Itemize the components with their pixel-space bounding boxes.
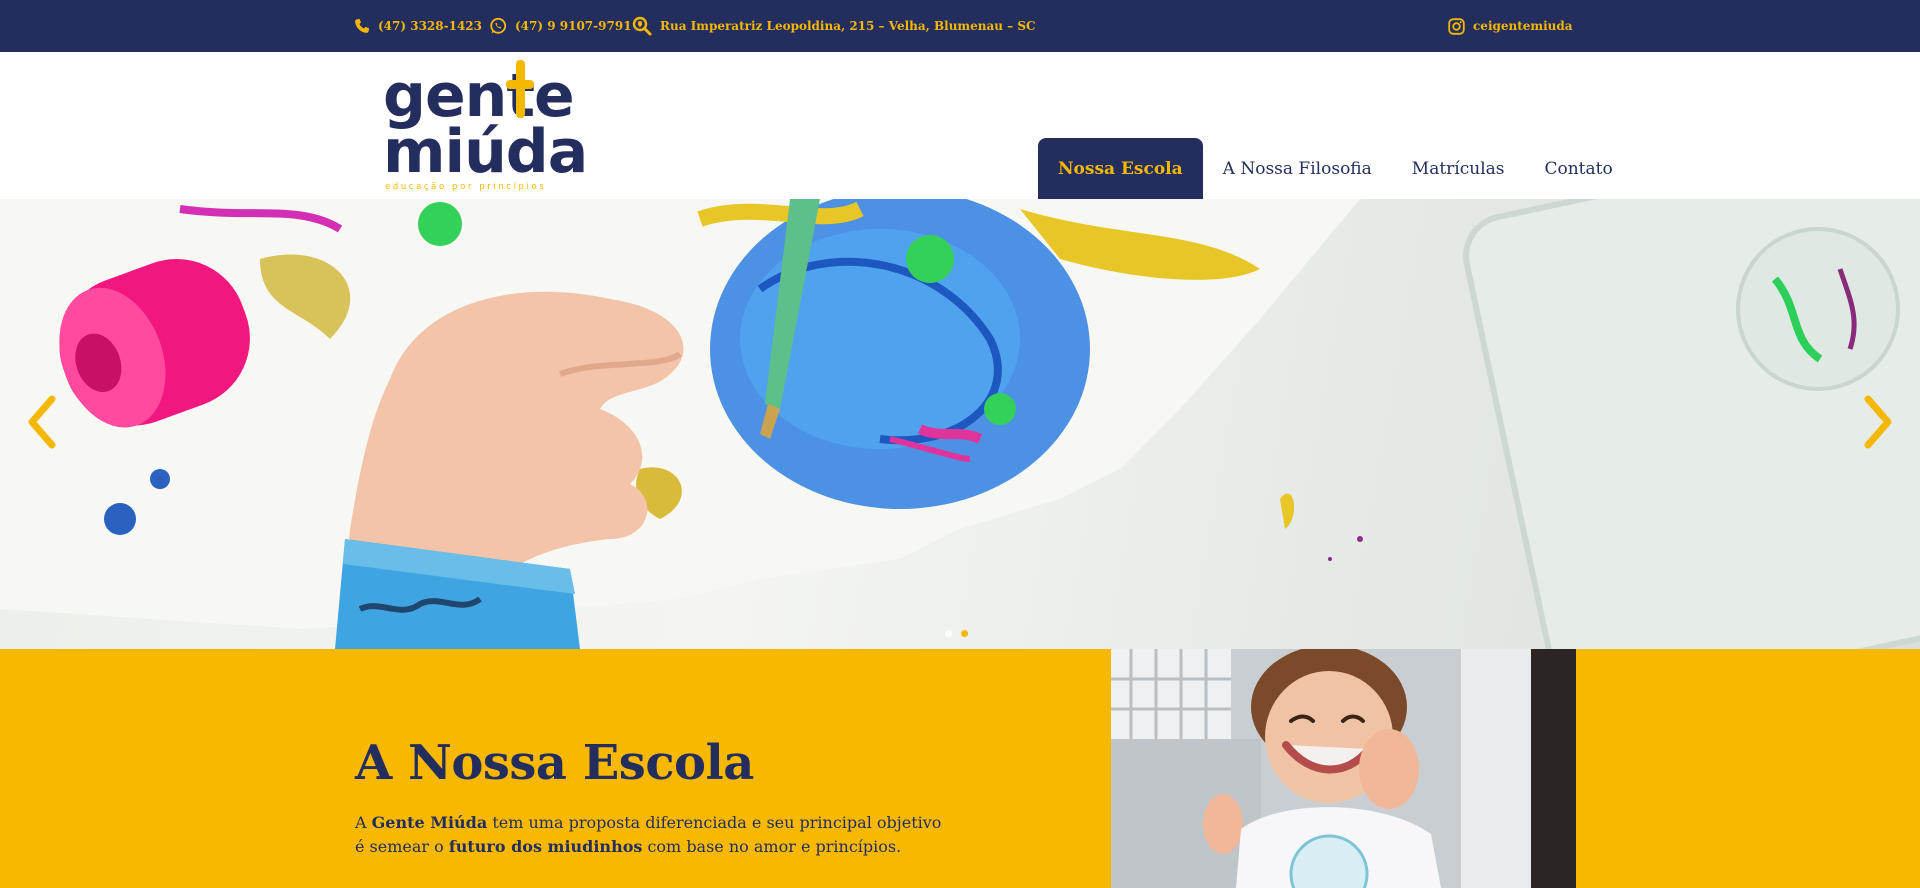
phone-link[interactable]: (47) 3328-1423	[354, 16, 482, 36]
intro-title: A Nossa Escola	[355, 735, 754, 791]
phone-icon	[354, 18, 370, 34]
main-nav: Nossa Escola A Nossa Filosofia Matrícula…	[1038, 138, 1633, 199]
slider-dot-2[interactable]	[961, 630, 968, 637]
nav-item-a-nossa-filosofia[interactable]: A Nossa Filosofia	[1203, 138, 1392, 199]
hero-slider	[0, 199, 1920, 649]
slider-prev-button[interactable]	[22, 395, 62, 449]
slider-pagination	[945, 630, 968, 637]
phone-text: (47) 3328-1423	[378, 19, 483, 33]
address-text: Rua Imperatriz Leopoldina, 215 – Velha, …	[660, 19, 1036, 33]
logo-tagline: educação por princípios	[385, 182, 547, 192]
whatsapp-link[interactable]: (47) 9 9107-9791	[489, 16, 632, 36]
intro-section: A Nossa Escola A Gente Miúda tem uma pro…	[0, 649, 1920, 888]
location-search-icon	[632, 16, 652, 36]
logo[interactable]: gente miúda educação por princípios	[383, 60, 588, 192]
slider-dot-1[interactable]	[945, 630, 952, 637]
instagram-icon	[1448, 17, 1465, 35]
logo-cross-icon	[506, 60, 534, 118]
intro-bold-future: futuro dos miudinhos	[448, 837, 643, 856]
instagram-link[interactable]: ceigentemiuda	[1448, 16, 1573, 36]
chevron-left-icon	[28, 395, 56, 449]
whatsapp-text: (47) 9 9107-9791	[515, 19, 632, 33]
top-contact-bar: (47) 3328-1423 (47) 9 9107-9791 Rua Impe…	[0, 0, 1920, 52]
logo-word-miuda: miúda	[383, 117, 588, 187]
nav-item-contato[interactable]: Contato	[1524, 138, 1632, 199]
nav-item-nossa-escola[interactable]: Nossa Escola	[1038, 138, 1203, 199]
address-link[interactable]: Rua Imperatriz Leopoldina, 215 – Velha, …	[632, 16, 1036, 36]
nav-item-matriculas[interactable]: Matrículas	[1392, 138, 1525, 199]
chevron-right-icon	[1864, 395, 1892, 449]
intro-paragraph: A Gente Miúda tem uma proposta diferenci…	[355, 813, 942, 856]
site-header: gente miúda educação por princípios Noss…	[0, 52, 1920, 199]
instagram-text: ceigentemiuda	[1473, 19, 1573, 33]
intro-bold-school-name: Gente Miúda	[371, 813, 488, 832]
hero-painting-image	[0, 199, 1920, 649]
slider-next-button[interactable]	[1858, 395, 1898, 449]
smiling-child-photo	[1111, 649, 1576, 888]
whatsapp-icon	[489, 17, 507, 35]
